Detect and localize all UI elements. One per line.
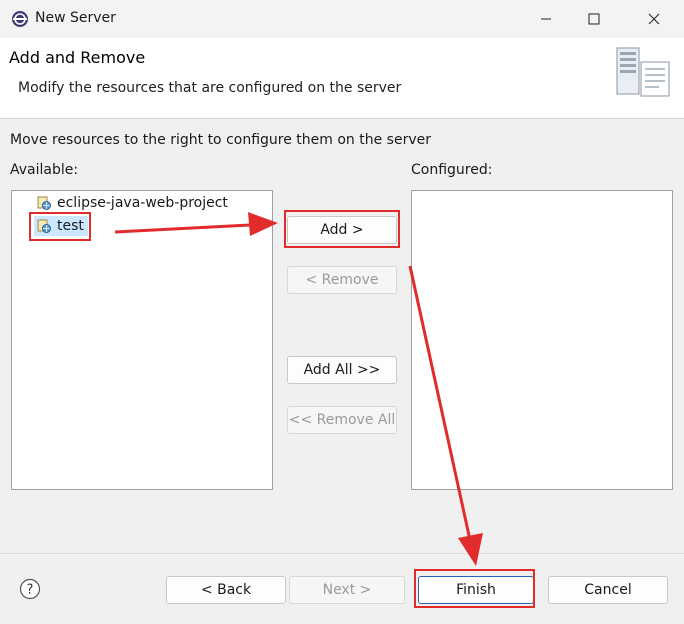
maximize-button[interactable] [571, 0, 617, 38]
list-item[interactable]: eclipse-java-web-project [36, 193, 228, 213]
close-button[interactable] [631, 0, 677, 38]
configured-list[interactable] [411, 190, 673, 490]
add-all-button[interactable]: Add All >> [287, 356, 397, 384]
list-item-selected[interactable]: test [34, 216, 88, 236]
add-button[interactable]: Add > [287, 216, 397, 244]
configured-label: Configured: [411, 162, 493, 178]
remove-all-button[interactable]: << Remove All [287, 406, 397, 434]
web-project-icon [37, 196, 51, 210]
web-project-icon [37, 219, 51, 233]
back-button[interactable]: < Back [166, 576, 286, 604]
instruction-text: Move resources to the right to configure… [10, 132, 431, 148]
svg-text:?: ? [27, 583, 34, 598]
window-title: New Server [35, 10, 116, 26]
list-item-label: test [57, 218, 84, 234]
page-title: Add and Remove [9, 48, 146, 67]
minimize-icon [541, 18, 551, 20]
page-description: Modify the resources that are configured… [18, 80, 402, 96]
next-button[interactable]: Next > [289, 576, 405, 604]
minimize-button[interactable] [523, 0, 569, 38]
list-item-label: eclipse-java-web-project [57, 195, 228, 211]
server-wizard-icon [616, 47, 670, 97]
remove-button[interactable]: < Remove [287, 266, 397, 294]
eclipse-app-icon [12, 11, 28, 27]
footer-separator [0, 553, 684, 554]
cancel-button[interactable]: Cancel [548, 576, 668, 604]
help-icon[interactable]: ? [19, 578, 41, 600]
available-label: Available: [10, 162, 79, 178]
available-list[interactable]: eclipse-java-web-project test [11, 190, 273, 490]
maximize-icon [588, 13, 600, 25]
close-icon [648, 13, 660, 25]
finish-button[interactable]: Finish [418, 576, 534, 604]
